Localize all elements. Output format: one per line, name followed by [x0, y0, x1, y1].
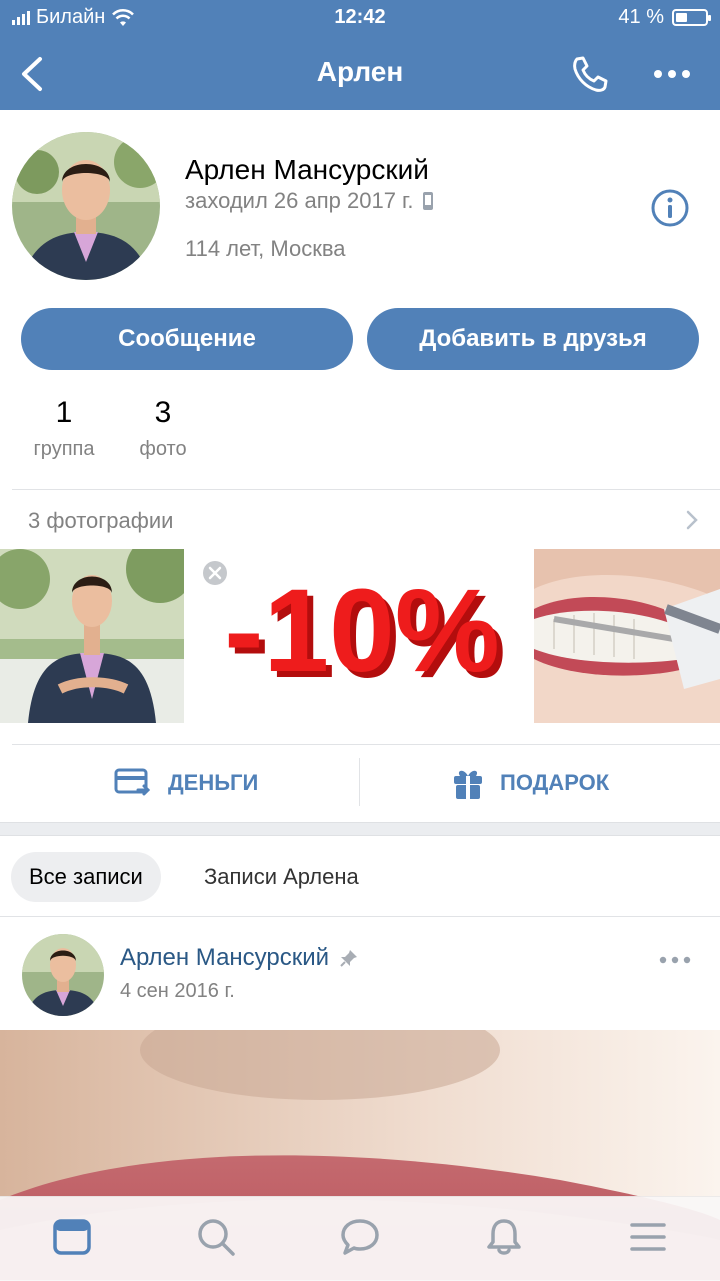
- page-title: Арлен: [316, 56, 404, 87]
- notifications-icon[interactable]: [484, 1217, 524, 1257]
- header: Билайн 12:42 41 % Арлен: [0, 0, 720, 110]
- post-avatar[interactable]: [22, 934, 104, 1016]
- battery-icon: [672, 9, 711, 26]
- counter-groups-value: 1: [55, 396, 73, 429]
- phone-icon[interactable]: [568, 54, 612, 94]
- counter-photos-value: 3: [154, 396, 172, 429]
- money-label: ДЕНЬГИ: [168, 770, 259, 795]
- section-gap: [0, 822, 720, 836]
- post-author[interactable]: Арлен Мансурский: [120, 944, 359, 972]
- news-icon[interactable]: [52, 1217, 92, 1257]
- age-city: 114 лет, Москва: [185, 236, 346, 261]
- photo-thumbnail[interactable]: [0, 549, 184, 723]
- post-date: 4 сен 2016 г.: [120, 980, 235, 1002]
- chevron-right-icon[interactable]: [682, 508, 702, 532]
- mobile-icon: [422, 192, 433, 210]
- more-icon[interactable]: [650, 54, 694, 94]
- divider: [12, 744, 720, 745]
- discount-text: -10%: [224, 565, 499, 697]
- search-icon[interactable]: [196, 1217, 236, 1257]
- divider: [0, 916, 720, 917]
- messages-icon[interactable]: [340, 1217, 380, 1257]
- post-more-icon[interactable]: [658, 950, 692, 970]
- info-icon[interactable]: [650, 188, 690, 228]
- photos-title[interactable]: 3 фотографии: [28, 508, 173, 534]
- profile-name: Арлен Мансурский: [185, 154, 429, 185]
- tab-own-posts[interactable]: Записи Арлена: [204, 864, 359, 890]
- message-button[interactable]: Сообщение: [21, 308, 353, 370]
- counter-photos[interactable]: 3 фото: [113, 396, 213, 461]
- tab-all-posts[interactable]: Все записи: [11, 852, 161, 902]
- menu-icon[interactable]: [628, 1217, 668, 1257]
- divider: [12, 489, 720, 490]
- gift-label: ПОДАРОК: [500, 770, 610, 795]
- status-bar: Билайн 12:42 41 %: [0, 0, 720, 36]
- gift-button[interactable]: ПОДАРОК: [452, 760, 609, 806]
- battery-percent: 41 %: [618, 6, 664, 28]
- avatar[interactable]: [12, 132, 160, 280]
- close-icon[interactable]: [202, 560, 228, 586]
- last-seen: заходил 26 апр 2017 г.: [185, 188, 434, 214]
- money-button[interactable]: ДЕНЬГИ: [114, 760, 258, 806]
- counter-groups[interactable]: 1 группа: [14, 396, 114, 461]
- add-friend-button[interactable]: Добавить в друзья: [367, 308, 699, 370]
- pin-icon: [340, 950, 358, 967]
- last-seen-text: заходил 26 апр 2017 г.: [185, 188, 414, 213]
- nav-bar: Арлен: [0, 36, 720, 110]
- counter-groups-label: группа: [33, 438, 95, 460]
- bottom-tab-bar: [0, 1196, 720, 1281]
- post-author-name: Арлен Мансурский: [120, 944, 330, 971]
- photo-discount[interactable]: -10% -10%: [202, 549, 516, 723]
- money-icon: [114, 768, 151, 796]
- vertical-divider: [359, 758, 360, 806]
- photo-dental[interactable]: [534, 549, 720, 723]
- clock: 12:42: [334, 6, 386, 28]
- counter-photos-label: фото: [139, 438, 187, 460]
- gift-icon: [454, 770, 482, 799]
